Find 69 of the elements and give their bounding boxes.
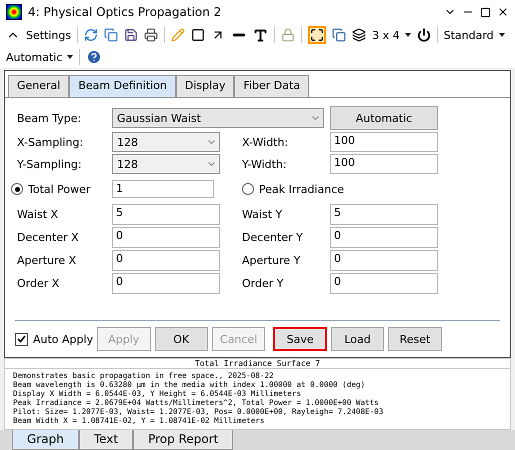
field-label: Aperture X [17,254,78,267]
sampling-dropdown[interactable]: 128 [112,132,220,152]
input-field[interactable]: 5 [330,204,438,225]
power-icon[interactable] [416,28,431,42]
tab[interactable]: General [8,75,70,97]
text-icon[interactable] [253,28,268,42]
field-label: Y-Width: [241,158,288,170]
caret-icon [208,162,215,166]
field-label: X-Sampling: [17,136,84,148]
settings-button[interactable]: Settings [26,28,72,42]
bottom-tab[interactable]: Graph [12,430,79,450]
field-label: Waist Y [241,208,284,221]
print-icon[interactable] [144,28,158,42]
beam-type-dropdown[interactable]: Gaussian Waist [112,108,324,128]
radio-button[interactable]: Peak Irradiance [220,182,438,196]
field-label: Waist X [17,208,60,221]
bottom-tab[interactable]: Prop Report [133,430,234,450]
bottom-tab[interactable]: Text [78,430,134,450]
caret-icon [67,55,74,59]
check-icon [17,335,26,343]
close-icon[interactable] [497,6,509,18]
input-field[interactable]: 0 [112,273,220,294]
layout-dropdown[interactable]: 3 x 4 [372,28,411,42]
field-label: Beam Type: [17,112,82,124]
scale-dropdown[interactable]: Automatic [6,50,74,64]
file-button[interactable]: Load [330,327,384,351]
tab[interactable]: Fiber Data [234,75,310,97]
field-label: Order Y [241,277,284,290]
refresh-icon[interactable] [84,28,98,42]
field-label: Order X [17,277,60,290]
radio-button[interactable]: Total Power [11,182,106,196]
save-icon[interactable] [124,28,138,42]
field-label: Decenter X [17,231,80,244]
field-label: X-Width: [241,136,290,148]
tab[interactable]: Beam Definition [69,75,176,97]
fit-icon[interactable] [308,26,326,44]
sampling-dropdown[interactable]: 128 [112,154,220,174]
auto-apply-checkbox[interactable]: Auto Apply [15,332,94,346]
file-button[interactable]: Save [273,327,327,351]
input-field[interactable]: 0 [330,227,438,248]
tab[interactable]: Display [176,75,234,97]
caret-icon [208,140,215,144]
input-field[interactable]: 0 [112,250,220,271]
graph-title: Total Irradiance Surface 7 [5,359,510,369]
input-field[interactable]: 100 [330,154,438,174]
input-field[interactable]: 5 [112,204,220,225]
window-title: 4: Physical Optics Propagation 2 [28,5,222,19]
input-field[interactable]: 0 [330,250,438,271]
mode-dropdown[interactable]: Standard [444,28,505,42]
automatic-button[interactable]: Automatic [330,106,438,130]
maximize-icon[interactable] [480,6,491,18]
app-logo-icon [6,4,22,20]
help-icon[interactable] [86,49,102,65]
rectangle-icon[interactable] [191,28,206,42]
field-label: Aperture Y [241,254,302,267]
caret-icon [404,33,411,37]
dialog-button[interactable]: OK [154,327,208,351]
input-field[interactable]: 0 [330,273,438,294]
caret-icon [312,116,319,120]
input-field[interactable]: 1 [112,180,214,198]
layers-icon[interactable] [352,28,366,42]
caret-icon [498,33,505,37]
field-label: Y-Sampling: [17,158,83,170]
window-icon[interactable] [332,28,346,42]
field-label: Decenter Y [241,231,304,244]
input-field[interactable]: 0 [112,227,220,248]
input-field[interactable]: 100 [330,132,438,152]
file-button[interactable]: Reset [388,327,442,351]
copy-icon[interactable] [104,28,118,42]
